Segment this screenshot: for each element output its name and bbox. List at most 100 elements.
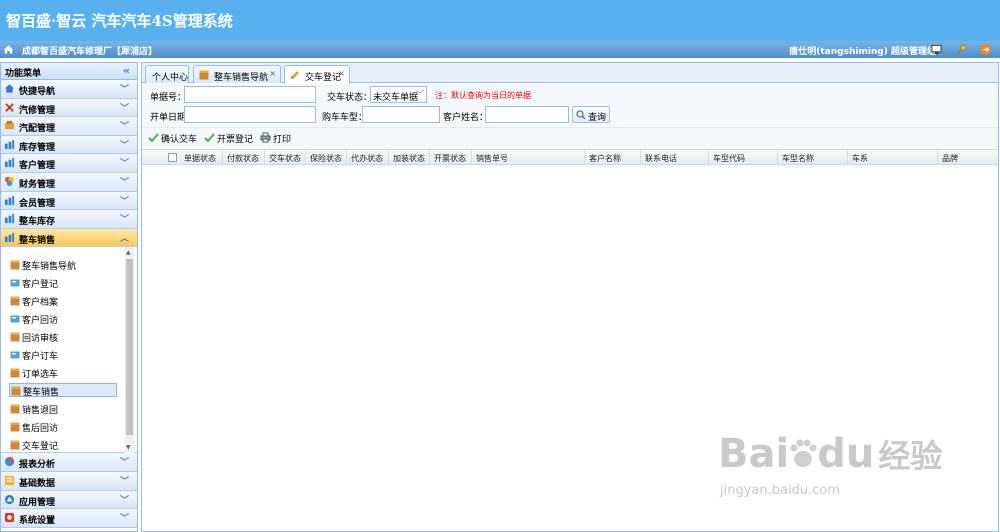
column-header[interactable]: 保险状态 — [306, 150, 347, 165]
main-panel: 个人中心 整车销售导航 × 交车登记 × 单据号： 交车状态： 未交车单据 ﹀ … — [141, 62, 999, 532]
customer-icon — [4, 158, 15, 168]
customer-name-input[interactable] — [485, 106, 569, 123]
quick-nav-icon — [4, 84, 15, 93]
select-all-checkbox[interactable] — [168, 153, 177, 162]
tab-vehicle-sales-nav[interactable]: 整车销售导航 × — [193, 65, 281, 83]
vehicle-stock-icon — [4, 214, 15, 224]
column-header[interactable]: 销售单号 — [472, 150, 585, 165]
column-header[interactable]: 客户名称 — [585, 150, 641, 165]
order-no-input[interactable] — [184, 86, 316, 103]
tab-personal-center[interactable]: 个人中心 — [145, 65, 189, 83]
column-header[interactable]: 单据状态 — [180, 150, 223, 165]
tab-bar: 个人中心 整车销售导航 × 交车登记 × — [142, 63, 998, 84]
submenu-label: 销售退回 — [22, 406, 59, 417]
menu-category-label: 快捷导航 — [19, 87, 56, 97]
sidebar: 功能菜单 « 快捷导航 ﹀ 汽修管理 ﹀ 汽配管理 ﹀ 库存管理 ﹀ 客户管理 … — [0, 62, 138, 532]
logout-icon[interactable] — [980, 44, 991, 55]
submenu-item-customer-followup[interactable]: 客户回访 — [9, 312, 117, 326]
submenu-item-vehicle-sale[interactable]: 整车销售 — [9, 383, 117, 398]
menu-category-stock[interactable]: 库存管理 ﹀ — [1, 135, 137, 155]
date-input[interactable] — [184, 106, 316, 123]
member-icon — [4, 195, 15, 205]
scroll-up-arrow-icon[interactable]: ▲ — [126, 249, 131, 256]
menu-category-app[interactable]: 应用管理 ﹀ — [1, 490, 137, 510]
column-header[interactable]: 付款状态 — [223, 150, 265, 165]
submenu-item-sales-nav[interactable]: 整车销售导航 — [9, 258, 117, 272]
menu-category-vehicle-sales[interactable]: 整车销售 ︿ — [1, 228, 137, 248]
stock-icon — [4, 139, 15, 149]
collapse-sidebar-icon[interactable]: « — [123, 64, 130, 77]
expand-chevron-icon: ﹀ — [119, 122, 129, 133]
menu-category-member[interactable]: 会员管理 ﹀ — [1, 191, 137, 211]
submenu-item-sales-return[interactable]: 销售退回 — [9, 402, 117, 416]
submenu-item-customer-register[interactable]: 客户登记 — [9, 276, 117, 290]
submenu-label: 客户档案 — [22, 298, 59, 309]
paw-icon — [790, 439, 817, 467]
sidebar-title: 功能菜单 — [5, 69, 42, 79]
menu-category-label: 库存管理 — [19, 142, 56, 153]
menu-category-vehicle-stock[interactable]: 整车库存 ﹀ — [1, 210, 137, 229]
scrollbar-thumb[interactable] — [126, 259, 133, 436]
card-icon — [10, 351, 20, 359]
shop-name: 成都智百盛汽车修理厂【犀浦店】 — [22, 47, 158, 57]
print-button[interactable]: 打印 — [260, 132, 291, 145]
column-header[interactable]: 车型名称 — [778, 150, 848, 165]
base-data-icon — [4, 475, 15, 486]
menu-category-finance[interactable]: 财务管理 ﹀ — [1, 172, 137, 192]
query-button[interactable]: 查询 — [572, 106, 610, 123]
car-model-input[interactable] — [362, 106, 440, 123]
expand-chevron-icon: ﹀ — [119, 140, 129, 151]
column-header[interactable]: 车系 — [848, 150, 938, 165]
menu-category-settings[interactable]: 系统设置 ﹀ — [1, 509, 137, 528]
tab-delivery-register[interactable]: 交车登记 × — [284, 65, 350, 84]
column-header[interactable]: 车型代码 — [709, 150, 778, 165]
menu-category-label: 整车库存 — [19, 217, 56, 228]
column-header[interactable]: 代办状态 — [347, 150, 389, 165]
menu-category-quick-nav[interactable]: 快捷导航 ﹀ — [1, 80, 137, 99]
column-header[interactable]: 开票状态 — [430, 150, 472, 165]
menu-category-label: 财务管理 — [19, 179, 56, 190]
package-icon — [10, 296, 20, 306]
column-header[interactable]: 联系电话 — [641, 150, 709, 165]
submenu-item-delivery-register[interactable]: 交车登记 — [9, 438, 117, 450]
menu-category-repair[interactable]: 汽修管理 ﹀ — [1, 98, 137, 118]
column-header[interactable]: 交车状态 — [265, 150, 306, 165]
column-header[interactable]: 加装状态 — [389, 150, 430, 165]
expand-chevron-icon: ﹀ — [119, 177, 129, 188]
menu-category-parts[interactable]: 汽配管理 ﹀ — [1, 117, 137, 136]
expand-chevron-icon: ﹀ — [119, 159, 129, 170]
submenu-item-after-sales-followup[interactable]: 售后回访 — [9, 420, 117, 434]
confirm-delivery-button[interactable]: 确认交车 — [148, 132, 197, 145]
package-icon — [10, 404, 20, 414]
app-header: 智百盛·智云 汽车汽车4S管理系统 — [0, 0, 1000, 41]
home-icon[interactable] — [3, 44, 14, 55]
close-tab-icon[interactable]: × — [338, 69, 345, 78]
app-icon — [4, 494, 15, 504]
expand-chevron-icon: ﹀ — [119, 476, 129, 487]
menu-category-customer[interactable]: 客户管理 ﹀ — [1, 154, 137, 173]
submenu-item-order-select-car[interactable]: 订单选车 — [9, 366, 117, 380]
submenu-item-followup-review[interactable]: 回访审核 — [9, 330, 117, 344]
column-header[interactable]: 品牌 — [938, 150, 998, 165]
key-icon[interactable] — [956, 44, 967, 55]
menu-category-base-data[interactable]: 基础数据 ﹀ — [1, 471, 137, 491]
check-icon — [148, 133, 159, 143]
user-info: 唐仕明(tangshiming) 超级管理组 — [789, 47, 936, 57]
scroll-down-arrow-icon[interactable]: ▼ — [126, 444, 131, 451]
menu-category-label: 系统设置 — [19, 516, 56, 527]
submenu-item-customer-archive[interactable]: 客户档案 — [9, 294, 117, 308]
monitor-icon[interactable] — [931, 44, 942, 55]
invoice-register-button[interactable]: 开票登记 — [204, 132, 253, 145]
expand-chevron-icon: ﹀ — [119, 196, 129, 207]
menu-category-report[interactable]: 报表分析 ﹀ — [1, 453, 137, 472]
finance-icon — [4, 176, 15, 187]
submenu-item-customer-order[interactable]: 客户订车 — [9, 348, 117, 362]
close-tab-icon[interactable]: × — [269, 69, 276, 78]
invoice-register-label: 开票登记 — [217, 135, 254, 145]
delivery-status-select[interactable]: 未交车单据 ﹀ — [370, 86, 427, 103]
package-icon — [10, 368, 20, 378]
car-model-label: 购车车型： — [322, 113, 368, 123]
submenu-scrollbar[interactable]: ▲ ▼ — [125, 247, 134, 454]
grid-header: 单据状态 付款状态 交车状态 保险状态 代办状态 加装状态 开票状态 销售单号 … — [142, 149, 998, 165]
package-icon — [10, 422, 20, 432]
